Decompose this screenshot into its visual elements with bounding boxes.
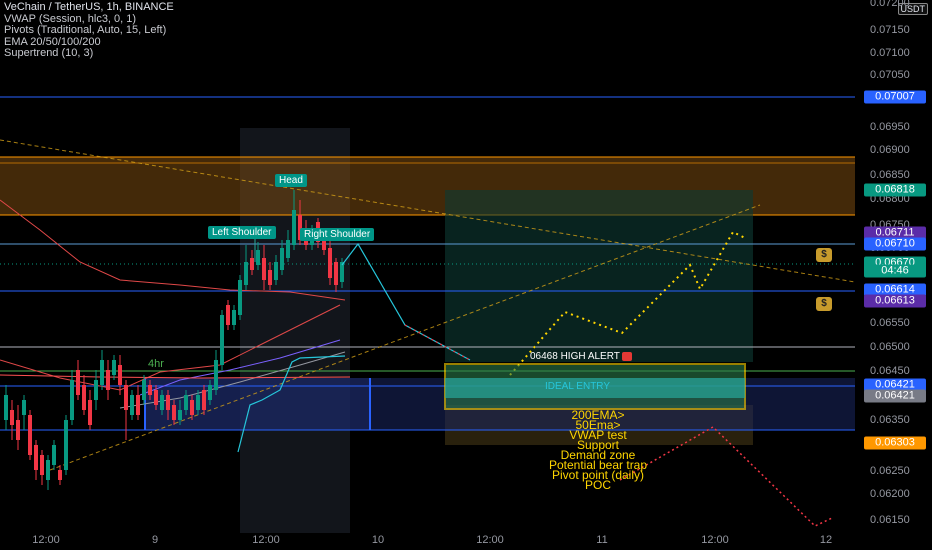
candle-body	[178, 410, 182, 420]
time-tick-label: 9	[151, 534, 159, 546]
dollar-icon[interactable]: $	[816, 297, 832, 311]
price-badge[interactable]: 0.06303	[864, 436, 926, 450]
head-label: Head	[275, 174, 307, 187]
candle-body	[88, 400, 92, 425]
candle-body	[232, 310, 236, 325]
candle-body	[268, 270, 272, 285]
timeframe-label: 4hr	[148, 358, 164, 370]
candle-body	[166, 395, 170, 410]
candle-body	[34, 445, 38, 470]
candle-body	[142, 380, 146, 400]
candle-body	[106, 370, 110, 390]
candle-body	[124, 385, 128, 410]
indicator-pivots[interactable]: Pivots (Traditional, Auto, 15, Left)	[4, 24, 174, 37]
symbol-title: VeChain / TetherUS, 1h, BINANCE	[4, 1, 174, 13]
price-badge[interactable]: 0.06421	[864, 389, 926, 403]
annotation-notes: 200EMA> 50Ema> VWAP test Support Demand zone…	[480, 409, 716, 492]
price-badge[interactable]: 0.06710	[864, 237, 926, 251]
candle-body	[292, 210, 296, 245]
price-badge[interactable]: 0.06613	[864, 294, 926, 308]
candle-body	[52, 445, 56, 465]
time-tick-label: 12:00	[32, 534, 60, 546]
time-tick-label: 12:00	[252, 534, 280, 546]
candle-body	[238, 280, 242, 315]
candle-body	[244, 262, 248, 285]
price-tick-label: 0.06250	[870, 465, 910, 477]
candle-body	[220, 315, 224, 365]
candle-body	[58, 470, 62, 480]
price-tick-label: 0.06900	[870, 144, 910, 156]
candle-body	[70, 380, 74, 420]
candle-body	[160, 395, 164, 410]
price-tick-label: 0.06350	[870, 414, 910, 426]
candle-body	[10, 410, 14, 425]
price-tick-label: 0.06850	[870, 169, 910, 181]
dollar-icon[interactable]: $	[816, 248, 832, 262]
candle-body	[190, 400, 194, 415]
projection-long-zone	[445, 190, 753, 362]
price-tick-label: 0.07200	[870, 0, 910, 9]
candle-body	[196, 395, 200, 410]
price-badge[interactable]: 04:46	[864, 264, 926, 278]
price-tick-label: 0.07100	[870, 47, 910, 59]
box-label: IDEAL ENTRY	[545, 381, 611, 392]
candle-body	[46, 460, 50, 480]
price-tick-label: 0.06950	[870, 121, 910, 133]
candle-body	[202, 390, 206, 410]
price-tick-label: 0.07050	[870, 69, 910, 81]
price-tick-label: 0.06150	[870, 514, 910, 526]
candle-body	[136, 395, 140, 415]
chart-legend: VeChain / TetherUS, 1h, BINANCE VWAP (Se…	[4, 1, 174, 60]
candle-body	[274, 262, 278, 280]
price-axis[interactable]: USDT 0.072000.071500.071000.070500.07000…	[858, 0, 932, 534]
candle-body	[148, 385, 152, 395]
time-tick-label: 12	[819, 534, 833, 546]
candle-body	[328, 248, 332, 278]
candle-body	[184, 395, 188, 410]
candle-body	[286, 240, 290, 258]
candle-body	[154, 390, 158, 405]
candle-body	[4, 395, 8, 420]
candle-body	[130, 395, 134, 415]
price-tick-label: 0.06200	[870, 488, 910, 500]
candle-body	[256, 250, 260, 265]
candle-body	[82, 385, 86, 410]
candle-body	[100, 360, 104, 385]
alert-text: 06468 HIGH ALERT	[530, 351, 620, 362]
candle-body	[208, 385, 212, 400]
candle-body	[40, 455, 44, 475]
left-shoulder-label: Left Shoulder	[208, 226, 276, 239]
note-line: POC	[584, 478, 611, 492]
candle-body	[22, 400, 26, 415]
candle-body	[94, 380, 98, 400]
alarm-icon	[622, 351, 633, 361]
candle-body	[214, 360, 218, 390]
candle-body	[76, 370, 80, 395]
price-tick-label: 0.06450	[870, 365, 910, 377]
candle-body	[280, 248, 284, 270]
time-tick-label: 12:00	[701, 534, 729, 546]
candle-body	[226, 305, 230, 325]
alert-label: 06468 HIGH ALERT	[530, 351, 633, 362]
price-tick-label: 0.06550	[870, 317, 910, 329]
candle-body	[118, 365, 122, 385]
price-tick-label: 0.06500	[870, 341, 910, 353]
candle-body	[112, 360, 116, 375]
candle-body	[262, 258, 266, 280]
indicator-supertrend[interactable]: Supertrend (10, 3)	[4, 47, 174, 60]
right-shoulder-label: Right Shoulder	[300, 228, 375, 241]
price-chart[interactable]	[0, 0, 932, 550]
candle-body	[16, 420, 20, 440]
price-tick-label: 0.07150	[870, 24, 910, 36]
candle-body	[172, 405, 176, 420]
price-badge[interactable]: 0.07007	[864, 90, 926, 104]
candle-body	[28, 415, 32, 455]
candle-body	[250, 258, 254, 270]
candle-body	[334, 262, 338, 285]
candle-body	[64, 420, 68, 470]
time-tick-label: 11	[596, 534, 608, 546]
time-tick-label: 12:00	[476, 534, 504, 546]
price-badge[interactable]: 0.06818	[864, 183, 926, 197]
time-tick-label: 10	[371, 534, 385, 546]
